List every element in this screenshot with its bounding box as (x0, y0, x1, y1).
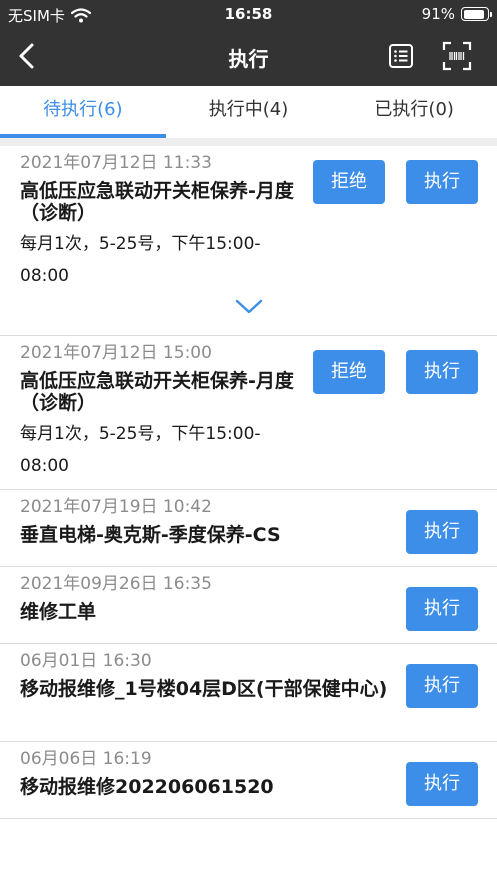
nav-bar: 执行 (0, 30, 497, 82)
list-item[interactable]: 2021年09月26日 16:35 维修工单 执行 (0, 567, 497, 644)
task-title: 移动报维修202206061520 (20, 776, 274, 798)
execute-button[interactable]: 执行 (406, 762, 478, 806)
battery-percent: 91% (421, 5, 455, 23)
task-list: 2021年07月12日 11:33 高低压应急联动开关柜保养-月度（诊断） 每月… (0, 146, 497, 819)
execute-button[interactable]: 执行 (406, 160, 478, 204)
tab-pending[interactable]: 待执行(6) (0, 86, 166, 138)
execute-button[interactable]: 执行 (406, 350, 478, 394)
list-item[interactable]: 2021年07月12日 15:00 高低压应急联动开关柜保养-月度（诊断） 每月… (0, 336, 497, 490)
execute-button[interactable]: 执行 (406, 587, 478, 631)
list-item[interactable]: 2021年07月19日 10:42 垂直电梯-奥克斯-季度保养-CS 执行 (0, 490, 497, 567)
task-title: 移动报维修_1号楼04层D区(干部保健中心) (20, 678, 388, 700)
task-title: 维修工单 (20, 601, 97, 623)
list-item[interactable]: 2021年07月12日 11:33 高低压应急联动开关柜保养-月度（诊断） 每月… (0, 146, 497, 336)
chevron-down-icon[interactable] (234, 298, 264, 316)
status-bar: 无SIM卡 16:58 91% (0, 0, 497, 28)
task-title: 高低压应急联动开关柜保养-月度（诊断） (20, 180, 294, 224)
list-item[interactable]: 06月06日 16:19 移动报维修202206061520 执行 (0, 742, 497, 819)
execute-button[interactable]: 执行 (406, 664, 478, 708)
app-header: 无SIM卡 16:58 91% 执行 (0, 0, 497, 86)
task-schedule: 每月1次，5-25号，下午15:00-08:00 (20, 424, 261, 476)
page-title: 执行 (228, 47, 269, 71)
list-icon[interactable] (388, 43, 414, 69)
reject-button[interactable]: 拒绝 (313, 350, 385, 394)
tab-bar: 待执行(6) 执行中(4) 已执行(0) (0, 86, 497, 138)
execute-button[interactable]: 执行 (406, 510, 478, 554)
divider (0, 138, 497, 146)
tab-in-progress[interactable]: 执行中(4) (166, 86, 332, 138)
battery-fill (463, 9, 485, 19)
task-title: 高低压应急联动开关柜保养-月度（诊断） (20, 370, 294, 414)
battery-icon (461, 7, 492, 21)
list-item[interactable]: 06月01日 16:30 移动报维修_1号楼04层D区(干部保健中心) 执行 (0, 644, 497, 742)
tab-executed[interactable]: 已执行(0) (331, 86, 497, 138)
scan-barcode-icon[interactable] (442, 41, 472, 71)
reject-button[interactable]: 拒绝 (313, 160, 385, 204)
task-title: 垂直电梯-奥克斯-季度保养-CS (20, 524, 281, 546)
task-schedule: 每月1次，5-25号，下午15:00-08:00 (20, 234, 261, 286)
status-right: 91% (421, 5, 492, 23)
